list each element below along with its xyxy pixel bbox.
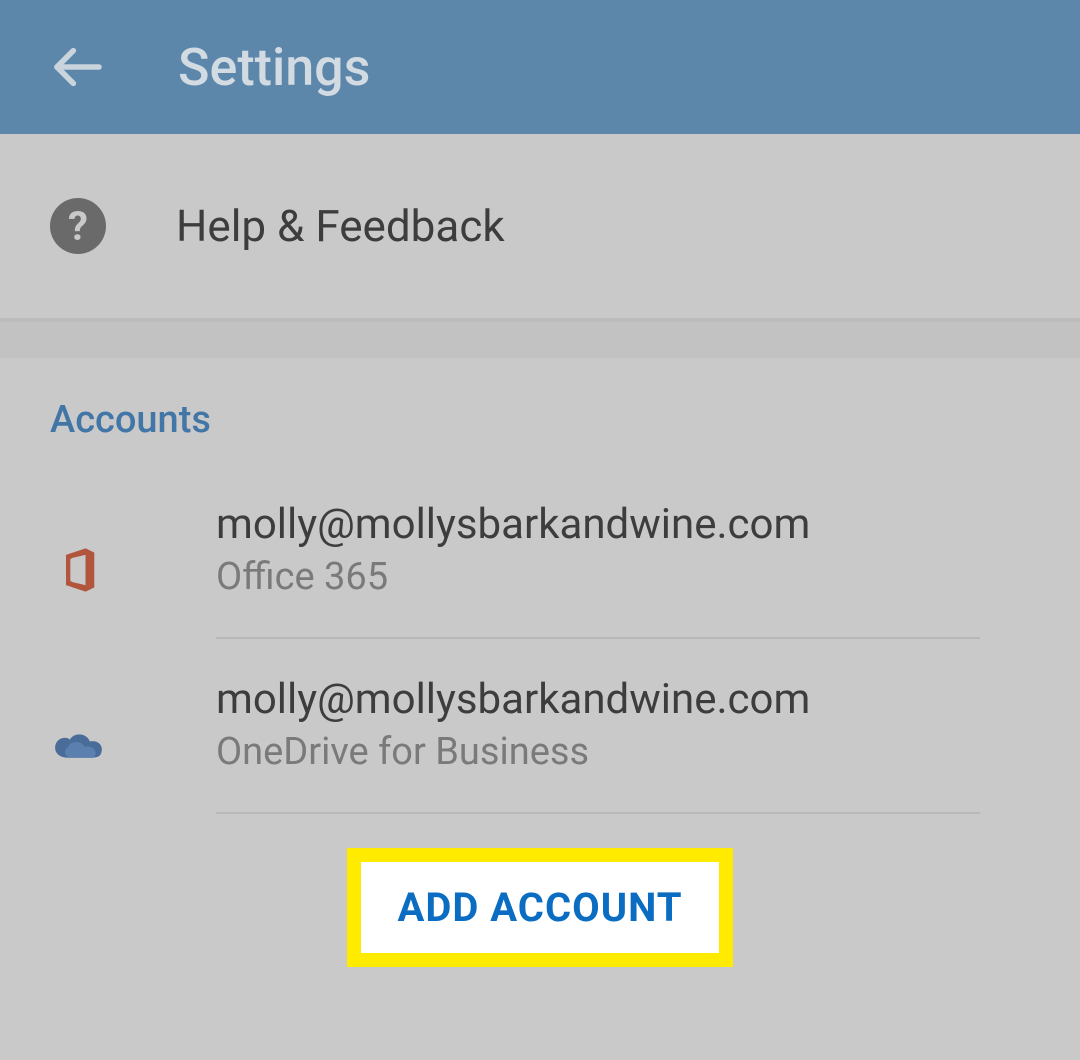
- help-feedback-label: Help & Feedback: [176, 200, 505, 252]
- account-row[interactable]: molly@mollysbarkandwine.com OneDrive for…: [0, 675, 1080, 814]
- add-account-button[interactable]: ADD ACCOUNT: [347, 848, 732, 967]
- page-title: Settings: [178, 37, 370, 98]
- onedrive-icon: [50, 725, 108, 765]
- office-icon: [50, 544, 108, 596]
- question-icon: ?: [50, 198, 106, 254]
- account-service: Office 365: [216, 555, 1030, 637]
- row-divider: [216, 637, 980, 639]
- accounts-section: Accounts molly@mollysbarkandwine.com Off…: [0, 358, 1080, 1060]
- account-row[interactable]: molly@mollysbarkandwine.com Office 365: [0, 500, 1080, 639]
- help-feedback-row[interactable]: ? Help & Feedback: [0, 134, 1080, 322]
- section-separator: [0, 322, 1080, 358]
- row-divider: [216, 812, 980, 814]
- account-email: molly@mollysbarkandwine.com: [216, 675, 1030, 724]
- app-header: Settings: [0, 0, 1080, 134]
- account-email: molly@mollysbarkandwine.com: [216, 500, 1030, 549]
- account-service: OneDrive for Business: [216, 730, 1030, 812]
- back-arrow-icon[interactable]: [50, 39, 106, 95]
- accounts-section-title: Accounts: [0, 398, 1080, 442]
